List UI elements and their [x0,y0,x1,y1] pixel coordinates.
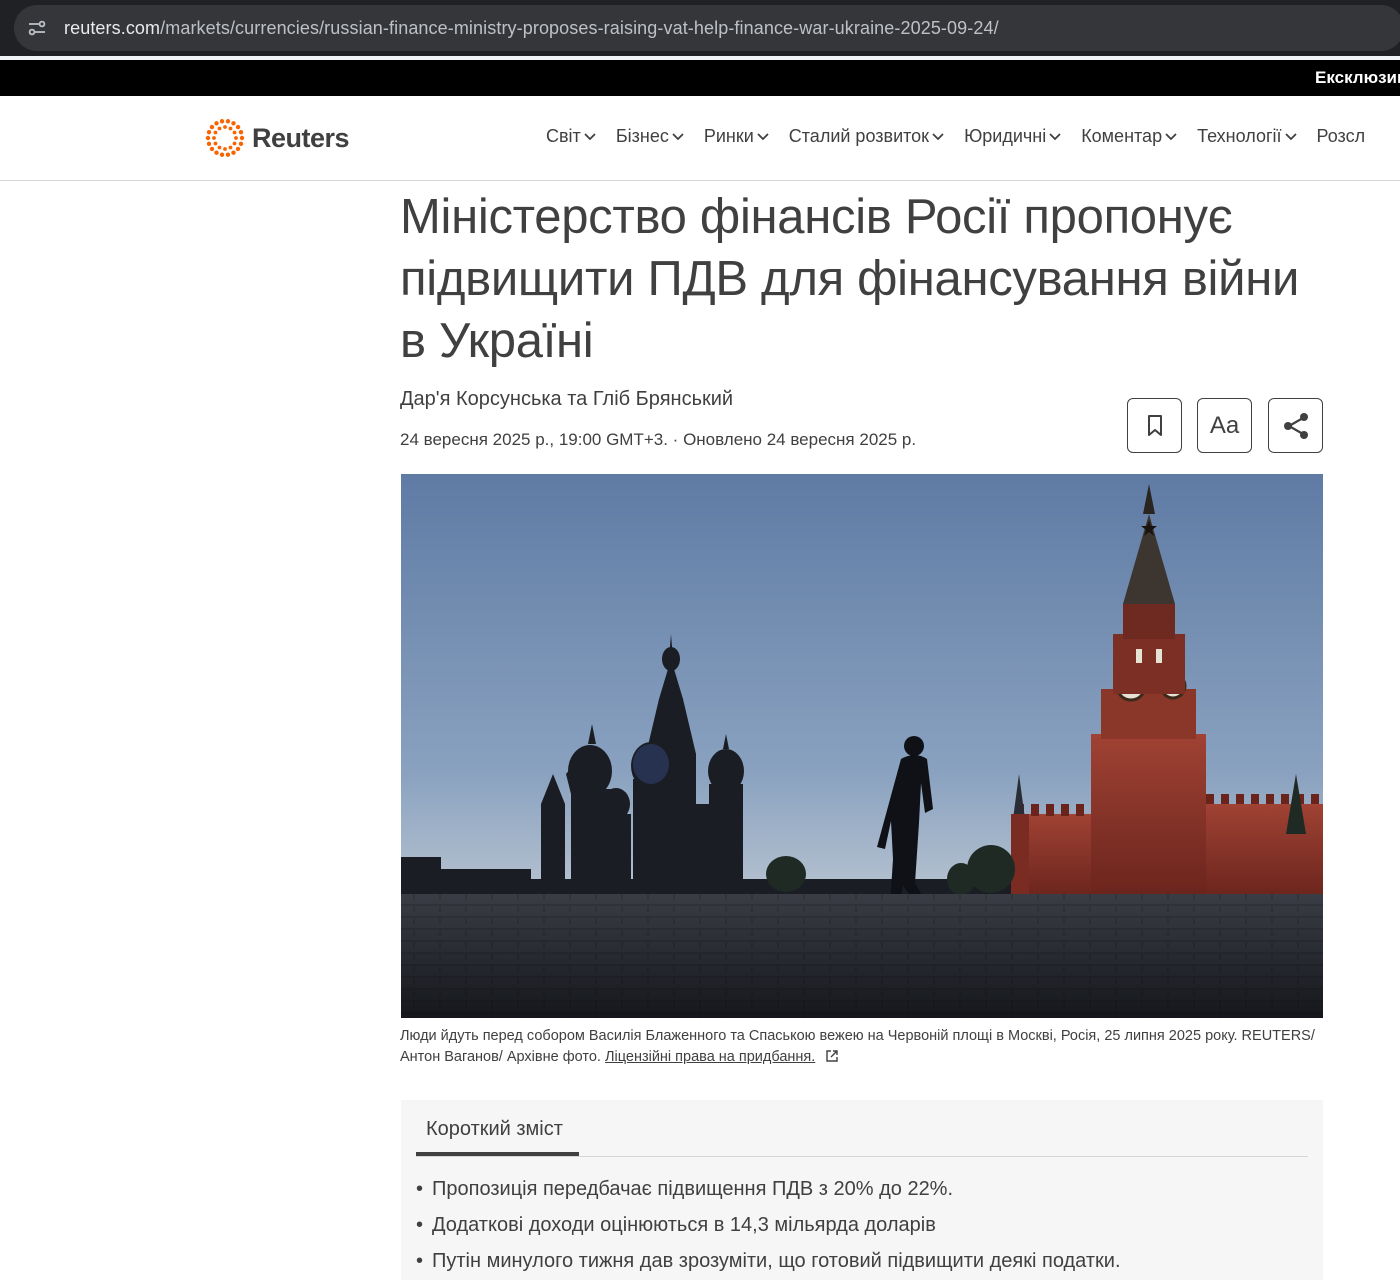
external-link-icon[interactable] [825,1049,839,1063]
chevron-down-icon [584,132,596,140]
nav-item-sustainability[interactable]: Сталий розвиток [789,126,944,147]
bullet-icon: • [416,1250,424,1272]
summary-item-text: Пропозиція передбачає підвищення ПДВ з 2… [432,1178,954,1200]
summary-tab[interactable]: Короткий зміст [426,1118,563,1141]
summary-item-text: Додаткові доходи оцінюються в 14,3 мілья… [432,1214,936,1236]
url-host: reuters.com [64,17,161,38]
nav-label: Технології [1197,126,1282,146]
nav-label: Ринки [703,126,754,146]
nav-label: Розсл [1316,126,1366,146]
article-dateline: 24 вересня 2025 р., 19:00 GMT+3. · Оновл… [400,430,917,449]
chevron-down-icon [1049,132,1061,140]
red-square-photo [401,474,1323,1018]
text-size-button[interactable]: Aa [1197,398,1252,453]
nav-item-investigations[interactable]: Розсл [1317,126,1366,147]
chevron-down-icon [672,132,684,140]
url-path: /markets/currencies/russian-finance-mini… [160,17,999,38]
text-size-label: Aa [1209,411,1240,439]
chevron-down-icon [757,132,769,140]
list-item: • Путін минулого тижня дав зрозуміти, що … [416,1248,1121,1280]
nav-item-business[interactable]: Бізнес [616,126,684,147]
nav-label: Сталий розвиток [788,126,930,146]
promo-link[interactable]: Ексклюзив [1315,68,1400,88]
chevron-down-icon [1284,132,1297,140]
summary-item-text: Путін минулого тижня дав зрозуміти, що г… [432,1250,1121,1272]
bookmark-button[interactable] [1127,398,1182,453]
reuters-dots-icon [205,119,245,157]
nav-item-technology[interactable]: Технології [1197,126,1297,147]
main-nav: Світ Бізнес Ринки Сталий розвиток Юридич… [546,126,1385,147]
article-headline: Міністерство фінансів Росії пропонує під… [400,190,1300,368]
nav-label: Бізнес [615,126,669,146]
nav-item-legal[interactable]: Юридичні [964,126,1061,147]
nav-item-commentary[interactable]: Коментар [1081,126,1177,147]
nav-label: Світ [546,126,581,146]
browser-toolbar: reuters.com/markets/currencies/russian-f… [0,0,1400,56]
bookmark-icon [1147,414,1162,436]
list-item: • Пропозиція передбачає підвищення ПДВ з … [416,1176,1121,1212]
summary-divider [416,1156,1308,1157]
bullet-icon: • [416,1214,424,1236]
article-photo[interactable] [401,474,1323,1018]
article-byline[interactable]: Дар'я Корсунська та Гліб Брянський [400,388,733,411]
list-item: • Додаткові доходи оцінюються в 14,3 міль… [416,1212,1121,1248]
site-settings-icon[interactable] [24,15,50,41]
nav-item-world[interactable]: Світ [546,126,596,147]
nav-label: Юридичні [964,126,1047,146]
caption-text: Люди йдуть перед собором Василія Блаженн… [400,1028,1315,1065]
license-link[interactable]: Ліцензійні права на придбання. [605,1049,815,1065]
chevron-down-icon [932,132,944,140]
logo-text: Reuters [252,122,350,153]
url-text[interactable]: reuters.com/markets/currencies/russian-f… [64,18,999,39]
summary-list: • Пропозиція передбачає підвищення ПДВ з … [416,1176,1121,1280]
chevron-down-icon [1165,132,1177,140]
promo-strip: Ексклюзив [0,60,1400,96]
share-button[interactable] [1268,398,1323,453]
address-bar[interactable]: reuters.com/markets/currencies/russian-f… [14,5,1400,51]
reuters-logo[interactable]: Reuters [204,116,350,160]
photo-caption: Люди йдуть перед собором Василія Блаженн… [400,1026,1330,1068]
site-header: Reuters Світ Бізнес Ринки Сталий розвито… [0,96,1400,181]
bullet-icon: • [416,1178,424,1200]
nav-label: Коментар [1081,126,1163,146]
nav-item-markets[interactable]: Ринки [704,126,769,147]
share-icon [1283,412,1308,439]
